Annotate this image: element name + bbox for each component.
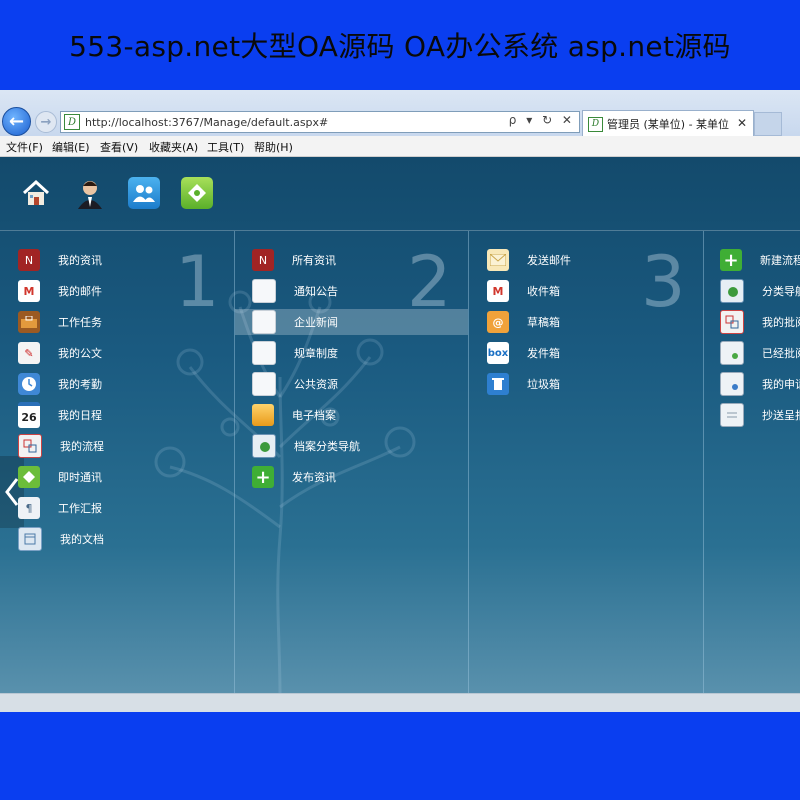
menu-item[interactable]: 档案分类导航 xyxy=(252,433,462,459)
status-strip xyxy=(0,693,800,712)
news-icon: N xyxy=(18,249,40,271)
bottom-band xyxy=(0,712,800,800)
page-icon xyxy=(252,372,276,396)
address-tools[interactable]: ρ ▾ ↻ ✕ xyxy=(509,113,575,127)
document-edit-icon: ✎ xyxy=(18,342,40,364)
menu-item[interactable]: 通知公告 xyxy=(252,278,462,304)
at-mail-icon: @ xyxy=(487,311,509,333)
menu-item-selected[interactable]: 企业新闻 xyxy=(235,309,468,335)
page-icon xyxy=(252,310,276,334)
banner-title: 553-asp.net大型OA源码 OA办公系统 asp.net源码 xyxy=(69,30,731,63)
apply-icon xyxy=(720,372,744,396)
home-icon[interactable] xyxy=(20,177,52,209)
menu-item[interactable]: @ 草稿箱 xyxy=(487,309,697,335)
site-favicon-icon: D xyxy=(64,114,80,130)
menu-item[interactable]: N 我的资讯 xyxy=(18,247,228,273)
chat-icon xyxy=(18,466,40,488)
menu-item[interactable]: N 所有资讯 xyxy=(252,247,462,273)
approved-icon xyxy=(720,341,744,365)
clock-icon xyxy=(18,373,40,395)
menu-item[interactable]: ✎ 我的公文 xyxy=(18,340,228,366)
menu-edit[interactable]: 编辑(E) xyxy=(52,139,90,155)
menu-item[interactable]: 工作任务 xyxy=(18,309,228,335)
gmail-icon: M xyxy=(487,280,509,302)
menu-tools[interactable]: 工具(T) xyxy=(207,139,244,155)
forward-button[interactable]: → xyxy=(35,111,57,133)
forward-arrow-icon: → xyxy=(40,114,52,130)
tab-close-icon[interactable]: ✕ xyxy=(737,116,747,130)
menu-item[interactable]: M 收件箱 xyxy=(487,278,697,304)
oa-app: 1 N 我的资讯 M 我的邮件 工作任务 ✎ 我的公文 我的考勤 26 我的日程… xyxy=(0,157,800,712)
column-3: 3 发送邮件 M 收件箱 @ 草稿箱 box 发件箱 垃圾箱 xyxy=(469,231,704,693)
address-bar[interactable]: D http://localhost:3767/Manage/default.a… xyxy=(60,111,580,133)
browser-chrome: ← → D http://localhost:3767/Manage/defau… xyxy=(0,90,800,137)
menu-item[interactable]: 即时通讯 xyxy=(18,464,228,490)
menu-item[interactable]: 我的批阅 xyxy=(720,309,800,335)
browser-window: ← → D http://localhost:3767/Manage/defau… xyxy=(0,90,800,712)
back-arrow-icon: ← xyxy=(8,111,25,132)
trash-icon xyxy=(487,373,509,395)
menu-item[interactable]: 分类导航 xyxy=(720,278,800,304)
menu-item[interactable]: 已经批阅 xyxy=(720,340,800,366)
column-4: + 新建流程 分类导航 我的批阅 已经批阅 我的申请 抄送呈报 xyxy=(704,231,800,693)
archive-icon xyxy=(252,404,274,426)
menu-item[interactable]: 垃圾箱 xyxy=(487,371,697,397)
menu-item[interactable]: 规章制度 xyxy=(252,340,462,366)
menu-item[interactable]: + 发布资讯 xyxy=(252,464,462,490)
envelope-icon xyxy=(487,249,509,271)
news-icon: N xyxy=(252,249,274,271)
cc-icon xyxy=(720,403,744,427)
flow-icon xyxy=(18,434,42,458)
menu-item[interactable]: 公共资源 xyxy=(252,371,462,397)
menu-item[interactable]: + 新建流程 xyxy=(720,247,800,273)
globe-folder-icon xyxy=(720,279,744,303)
menu-item[interactable]: 发送邮件 xyxy=(487,247,697,273)
menu-item[interactable]: 我的申请 xyxy=(720,371,800,397)
back-button[interactable]: ← xyxy=(2,107,31,136)
menu-help[interactable]: 帮助(H) xyxy=(254,139,293,155)
box-icon: box xyxy=(487,342,509,364)
menu-item[interactable]: 26 我的日程 xyxy=(18,402,228,428)
app-toolbar xyxy=(0,157,800,231)
menu-favorites[interactable]: 收藏夹(A) xyxy=(149,139,198,155)
briefcase-icon xyxy=(18,311,40,333)
column-2: 2 N 所有资讯 通知公告 企业新闻 规章制度 公共资源 电子档案 档案分类导航… xyxy=(235,231,469,693)
user-avatar-icon[interactable] xyxy=(74,177,106,209)
menu-item[interactable]: 我的文档 xyxy=(18,526,228,552)
menu-item[interactable]: ¶ 工作汇报 xyxy=(18,495,228,521)
browser-tab[interactable]: D 管理员 (某单位) - 某单位 ✕ xyxy=(582,110,754,137)
menu-item[interactable]: M 我的邮件 xyxy=(18,278,228,304)
menu-item[interactable]: 我的考勤 xyxy=(18,371,228,397)
menu-item[interactable]: box 发件箱 xyxy=(487,340,697,366)
flow-icon xyxy=(720,310,744,334)
add-icon: + xyxy=(252,466,274,488)
menu-bar: 文件(F) 编辑(E) 查看(V) 收藏夹(A) 工具(T) 帮助(H) xyxy=(0,136,800,157)
tab-favicon-icon: D xyxy=(588,116,603,132)
page-banner: 553-asp.net大型OA源码 OA办公系统 asp.net源码 xyxy=(0,0,800,90)
report-icon: ¶ xyxy=(18,497,40,519)
menu-item[interactable]: 我的流程 xyxy=(18,433,228,459)
menu-view[interactable]: 查看(V) xyxy=(100,139,138,155)
page-icon xyxy=(252,341,276,365)
calendar-icon: 26 xyxy=(18,402,40,428)
menu-item[interactable]: 抄送呈报 xyxy=(720,402,800,428)
column-1: 1 N 我的资讯 M 我的邮件 工作任务 ✎ 我的公文 我的考勤 26 我的日程… xyxy=(0,231,235,693)
gmail-icon: M xyxy=(18,280,40,302)
menu-item[interactable]: 电子档案 xyxy=(252,402,462,428)
add-icon: + xyxy=(720,249,742,271)
page-icon xyxy=(252,279,276,303)
globe-folder-icon xyxy=(252,434,276,458)
chat-icon[interactable] xyxy=(181,177,213,209)
new-tab-button[interactable] xyxy=(754,112,782,136)
menu-file[interactable]: 文件(F) xyxy=(6,139,43,155)
folder-doc-icon xyxy=(18,527,42,551)
contacts-icon[interactable] xyxy=(128,177,160,209)
address-url[interactable]: http://localhost:3767/Manage/default.asp… xyxy=(85,116,328,129)
tab-title: 管理员 (某单位) - 某单位 xyxy=(607,118,730,131)
